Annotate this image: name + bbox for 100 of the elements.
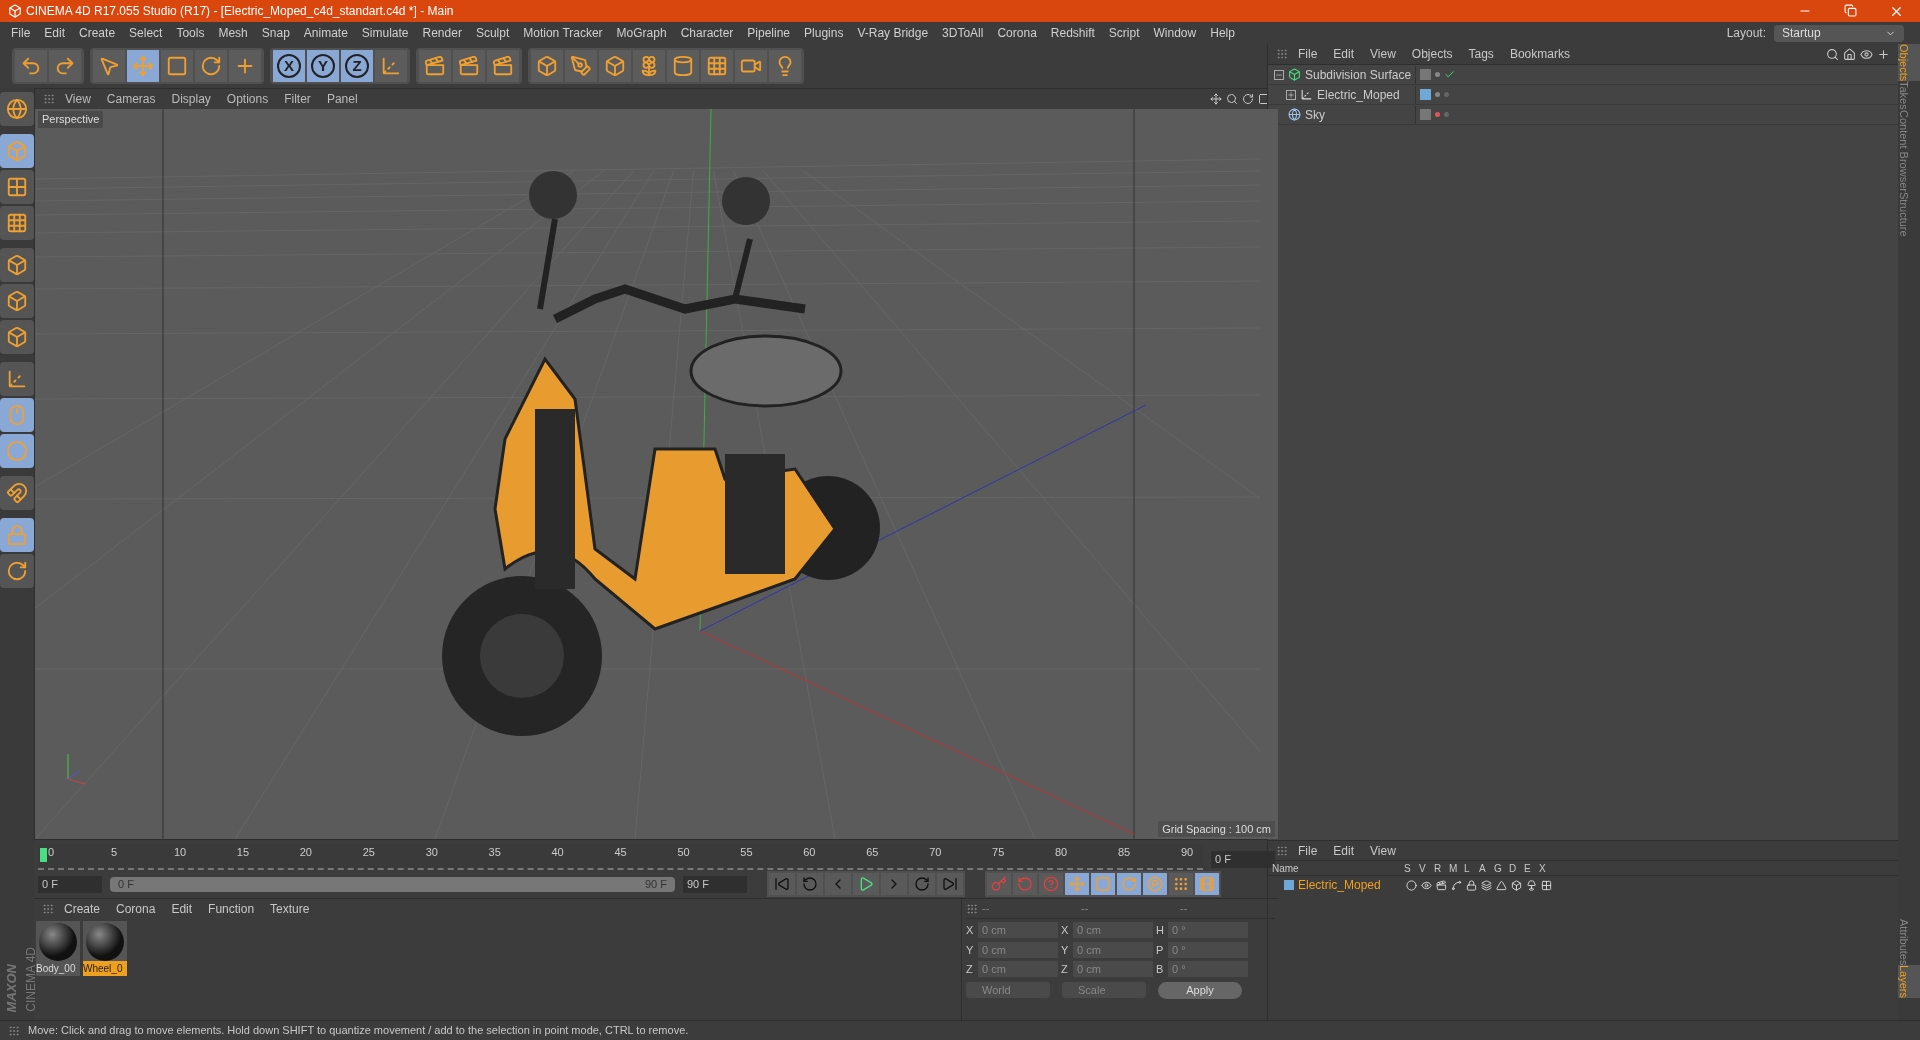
zoom-icon[interactable] (1226, 93, 1238, 105)
key-mode-button[interactable] (1169, 873, 1193, 895)
menu-item[interactable]: Select (122, 24, 170, 42)
objects-menu-item[interactable]: Tags (1462, 45, 1500, 63)
collapse-icon[interactable] (1274, 69, 1284, 80)
toolbar-button[interactable] (667, 50, 699, 82)
side-tab[interactable]: Layers (1898, 964, 1920, 998)
tool-button[interactable] (0, 362, 34, 396)
tool-button[interactable] (0, 476, 34, 510)
pan-icon[interactable] (1210, 93, 1222, 105)
toolbar-button[interactable] (565, 50, 597, 82)
new-panel-icon[interactable] (1877, 47, 1890, 61)
orbit-icon[interactable] (1242, 93, 1254, 105)
key-mode-button[interactable] (1013, 873, 1037, 895)
material-menu-item[interactable]: Create (58, 900, 107, 918)
object-name[interactable]: Electric_Moped (1317, 85, 1400, 104)
key-mode-button[interactable] (1039, 873, 1063, 895)
viewport-menu-item[interactable]: Display (165, 90, 217, 108)
layer-color-swatch[interactable] (1284, 880, 1294, 890)
menu-item[interactable]: Tools (169, 24, 212, 42)
material-menu-item[interactable]: Corona (110, 900, 162, 918)
apply-button[interactable]: Apply (1158, 981, 1242, 999)
toolbar-button[interactable] (769, 50, 801, 82)
material-menu-item[interactable]: Texture (264, 900, 316, 918)
axis-toggle-button[interactable]: X (273, 50, 305, 82)
eye-icon[interactable] (1421, 879, 1432, 891)
transport-button[interactable] (825, 873, 851, 895)
clapperboard-icon[interactable] (1436, 879, 1447, 891)
lamp-icon[interactable] (1526, 879, 1537, 891)
toolbar-button[interactable] (531, 50, 563, 82)
material-menu-item[interactable]: Edit (165, 900, 199, 918)
menu-item[interactable]: V-Ray Bridge (850, 24, 936, 42)
menu-item[interactable]: Snap (254, 24, 297, 42)
objects-menu-item[interactable]: File (1292, 45, 1324, 63)
restore-icon[interactable] (1844, 3, 1857, 17)
toolbar-button[interactable] (701, 50, 733, 82)
menu-item[interactable]: Pipeline (740, 24, 798, 42)
cube-icon[interactable] (1511, 879, 1522, 891)
objects-menu-item[interactable]: Edit (1327, 45, 1361, 63)
menu-item[interactable]: Render (415, 24, 469, 42)
layer-swatch-empty[interactable] (1420, 69, 1431, 80)
viewport[interactable]: Perspective Grid Spacing : 100 cm (35, 109, 1278, 839)
layers-menu-item[interactable]: View (1364, 841, 1402, 860)
viewport-menu-item[interactable]: View (59, 90, 97, 108)
menu-item[interactable]: Plugins (797, 24, 851, 42)
objects-menu-item[interactable]: View (1364, 45, 1402, 63)
material-menu-item[interactable]: Function (202, 900, 261, 918)
tool-button[interactable] (0, 248, 34, 282)
toolbar-button[interactable] (599, 50, 631, 82)
toolbar-button[interactable] (93, 50, 125, 82)
menu-item[interactable]: Script (1101, 24, 1147, 42)
menu-item[interactable]: File (4, 24, 38, 42)
check-icon[interactable] (1444, 69, 1455, 80)
transport-button[interactable] (937, 873, 963, 895)
transport-button[interactable] (853, 873, 879, 895)
menu-item[interactable]: Sculpt (468, 24, 517, 42)
toolbar-button[interactable] (633, 50, 665, 82)
toolbar-button[interactable] (195, 50, 227, 82)
lock-icon[interactable] (1466, 879, 1477, 891)
menu-item[interactable]: Create (72, 24, 123, 42)
menu-item[interactable]: Window (1146, 24, 1204, 42)
layers-icon[interactable] (1481, 879, 1492, 891)
home-icon[interactable] (1843, 47, 1856, 61)
toolbar-button[interactable] (49, 50, 81, 82)
viewport-menu-item[interactable]: Cameras (100, 90, 162, 108)
transport-button[interactable] (797, 873, 823, 895)
axis-toggle-button[interactable]: Z (341, 50, 373, 82)
eye-icon[interactable] (1860, 47, 1873, 61)
layout-dropdown[interactable]: Startup (1774, 24, 1904, 42)
triangle-icon[interactable] (1496, 879, 1507, 891)
material-swatch[interactable]: Body_00 (36, 921, 80, 976)
material-swatch[interactable]: Wheel_0 (83, 921, 127, 976)
side-tab[interactable]: Objects (1898, 44, 1920, 82)
menu-item[interactable]: Help (1203, 24, 1242, 42)
toolbar-button[interactable] (15, 50, 47, 82)
layer-name[interactable]: Electric_Moped (1298, 876, 1402, 894)
toolbar-button[interactable] (735, 50, 767, 82)
end-frame-field[interactable]: 90 F (683, 875, 747, 893)
layer-swatch[interactable] (1420, 89, 1431, 100)
objects-menu-item[interactable]: Objects (1405, 45, 1459, 63)
start-frame-field[interactable]: 0 F (38, 875, 102, 893)
tool-button[interactable] (0, 170, 34, 204)
menu-item[interactable]: Corona (990, 24, 1044, 42)
layers-menu-item[interactable]: File (1292, 841, 1324, 860)
menu-item[interactable]: Animate (296, 24, 355, 42)
tool-button[interactable] (0, 320, 34, 354)
viewport-menu-item[interactable]: Panel (320, 90, 364, 108)
tool-button[interactable] (0, 554, 34, 588)
menu-item[interactable]: Character (673, 24, 741, 42)
toolbar-button[interactable] (161, 50, 193, 82)
viewport-menu-item[interactable]: Filter (278, 90, 317, 108)
search-icon[interactable] (1826, 47, 1839, 61)
object-name[interactable]: Subdivision Surface (1305, 65, 1412, 84)
tool-button[interactable] (0, 284, 34, 318)
menu-item[interactable]: Simulate (354, 24, 416, 42)
transport-button[interactable] (881, 873, 907, 895)
layers-menu-item[interactable]: Edit (1327, 841, 1361, 860)
toolbar-button[interactable] (229, 50, 261, 82)
toolbar-button[interactable] (487, 50, 519, 82)
viewport-menu-item[interactable]: Options (220, 90, 275, 108)
